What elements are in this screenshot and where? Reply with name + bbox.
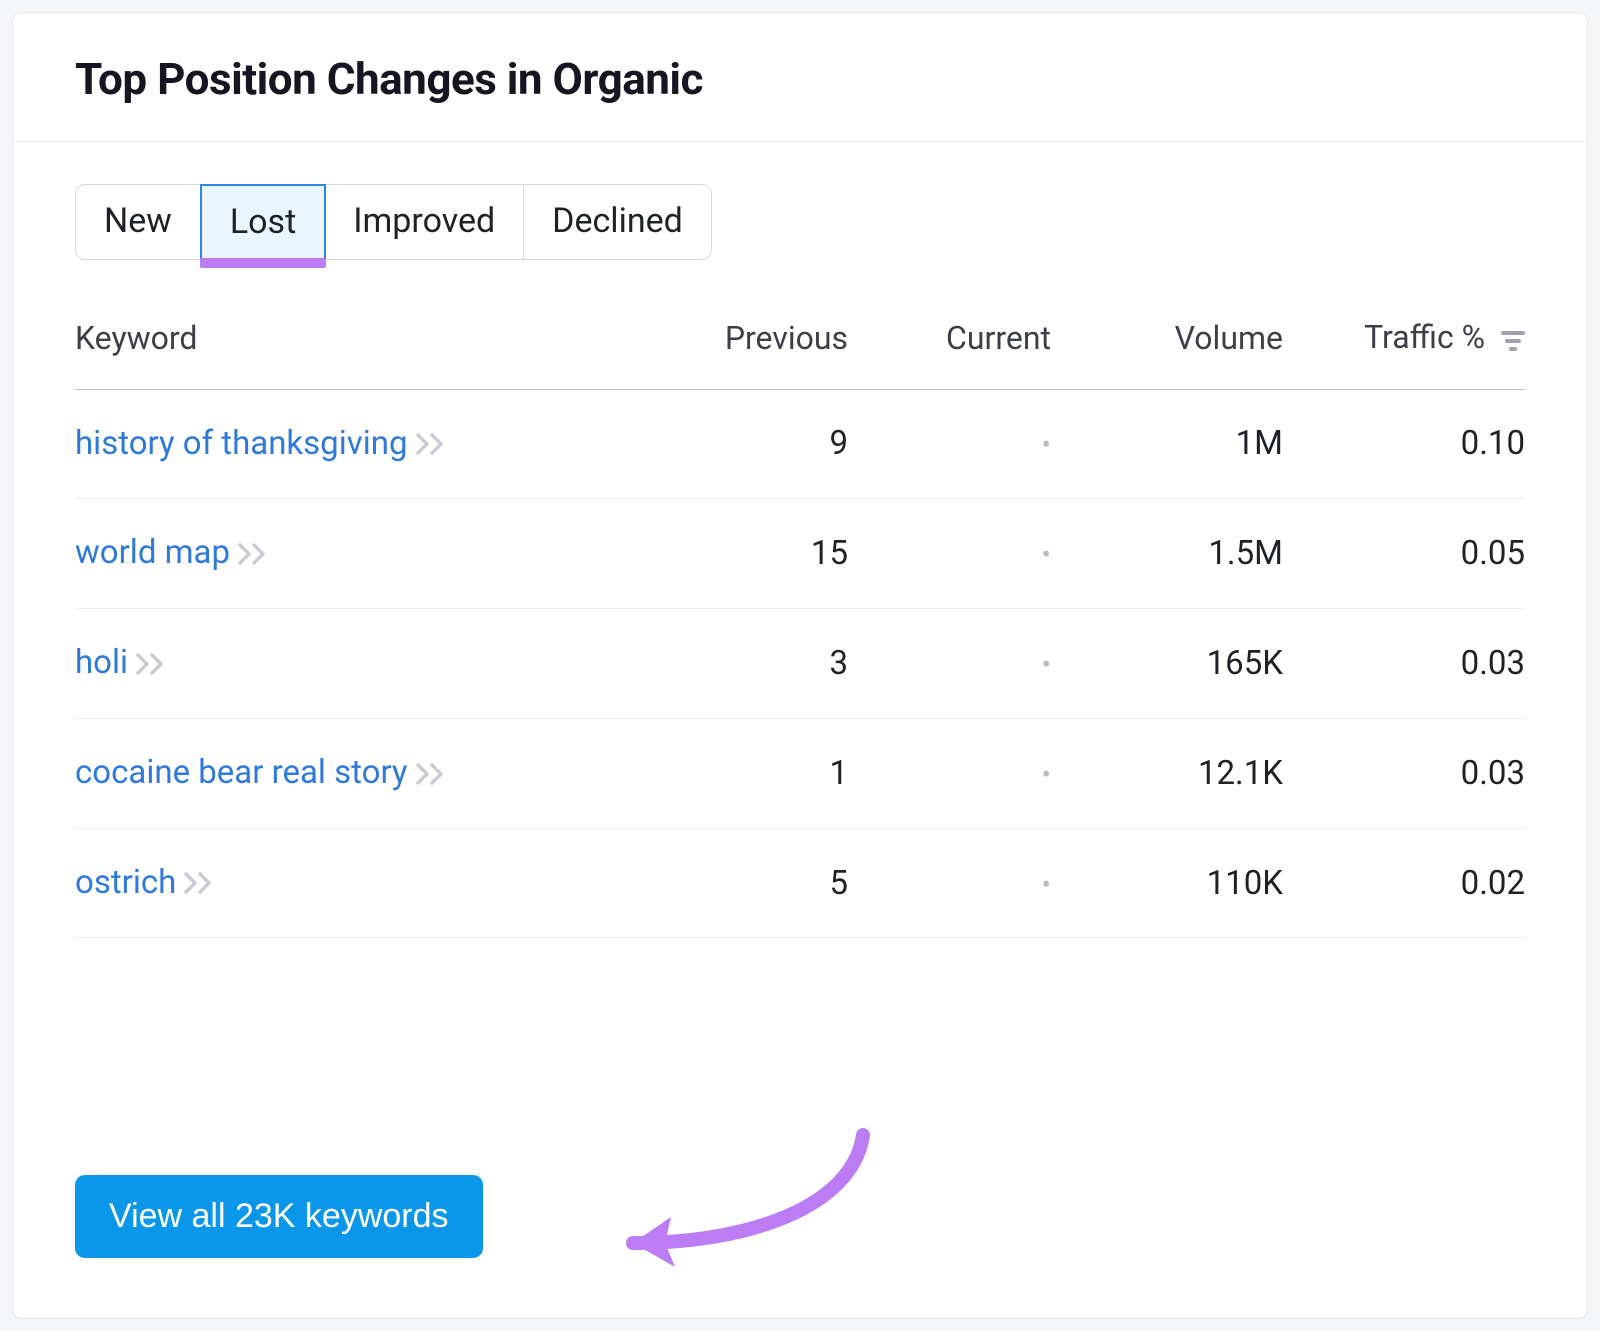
column-header-traffic[interactable]: Traffic % (1293, 298, 1525, 389)
filter-tabs: NewLostImprovedDeclined (75, 184, 712, 260)
traffic-percent: 0.10 (1293, 389, 1525, 499)
traffic-percent: 0.03 (1293, 718, 1525, 828)
current-position: • (858, 389, 1061, 499)
table-row: cocaine bear real story 1•12.1K0.03 (75, 718, 1525, 828)
keyword-link[interactable]: ostrich (75, 863, 176, 902)
chevrons-right-icon[interactable] (416, 755, 446, 794)
table-row: world map 15•1.5M0.05 (75, 499, 1525, 609)
keyword-link[interactable]: holi (75, 643, 128, 682)
card-title: Top Position Changes in Organic (75, 53, 1525, 105)
cta-container: View all 23K keywords (13, 1085, 1587, 1318)
search-volume: 165K (1061, 609, 1293, 719)
column-header-previous[interactable]: Previous (655, 298, 858, 389)
previous-position: 15 (655, 499, 858, 609)
keywords-table: Keyword Previous Current Volume Traffic … (75, 298, 1525, 938)
tabs-container: NewLostImprovedDeclined (13, 142, 1587, 260)
traffic-percent: 0.03 (1293, 609, 1525, 719)
column-header-traffic-label: Traffic % (1364, 318, 1485, 356)
tab-lost[interactable]: Lost (200, 184, 326, 260)
traffic-percent: 0.02 (1293, 828, 1525, 938)
current-position: • (858, 499, 1061, 609)
column-header-volume[interactable]: Volume (1061, 298, 1293, 389)
search-volume: 1M (1061, 389, 1293, 499)
keywords-table-container: Keyword Previous Current Volume Traffic … (13, 260, 1587, 1085)
tab-new[interactable]: New (76, 185, 201, 259)
position-changes-card: Top Position Changes in Organic NewLostI… (12, 12, 1588, 1319)
sort-icon (1501, 321, 1525, 359)
current-position: • (858, 609, 1061, 719)
table-row: holi 3•165K0.03 (75, 609, 1525, 719)
tab-declined[interactable]: Declined (524, 185, 711, 259)
keyword-link[interactable]: world map (75, 533, 230, 572)
chevrons-right-icon[interactable] (416, 425, 446, 464)
card-header: Top Position Changes in Organic (13, 13, 1587, 142)
chevrons-right-icon[interactable] (238, 535, 268, 574)
previous-position: 1 (655, 718, 858, 828)
column-header-keyword[interactable]: Keyword (75, 298, 655, 389)
tab-improved[interactable]: Improved (325, 185, 524, 259)
keyword-link[interactable]: history of thanksgiving (75, 424, 408, 463)
current-position: • (858, 718, 1061, 828)
view-all-keywords-button[interactable]: View all 23K keywords (75, 1175, 483, 1258)
previous-position: 9 (655, 389, 858, 499)
annotation-arrow-icon (593, 1115, 893, 1275)
table-row: ostrich 5•110K0.02 (75, 828, 1525, 938)
previous-position: 5 (655, 828, 858, 938)
previous-position: 3 (655, 609, 858, 719)
table-row: history of thanksgiving 9•1M0.10 (75, 389, 1525, 499)
chevrons-right-icon[interactable] (136, 645, 166, 684)
search-volume: 110K (1061, 828, 1293, 938)
traffic-percent: 0.05 (1293, 499, 1525, 609)
keyword-link[interactable]: cocaine bear real story (75, 753, 408, 792)
chevrons-right-icon[interactable] (184, 864, 214, 903)
search-volume: 1.5M (1061, 499, 1293, 609)
search-volume: 12.1K (1061, 718, 1293, 828)
current-position: • (858, 828, 1061, 938)
column-header-current[interactable]: Current (858, 298, 1061, 389)
